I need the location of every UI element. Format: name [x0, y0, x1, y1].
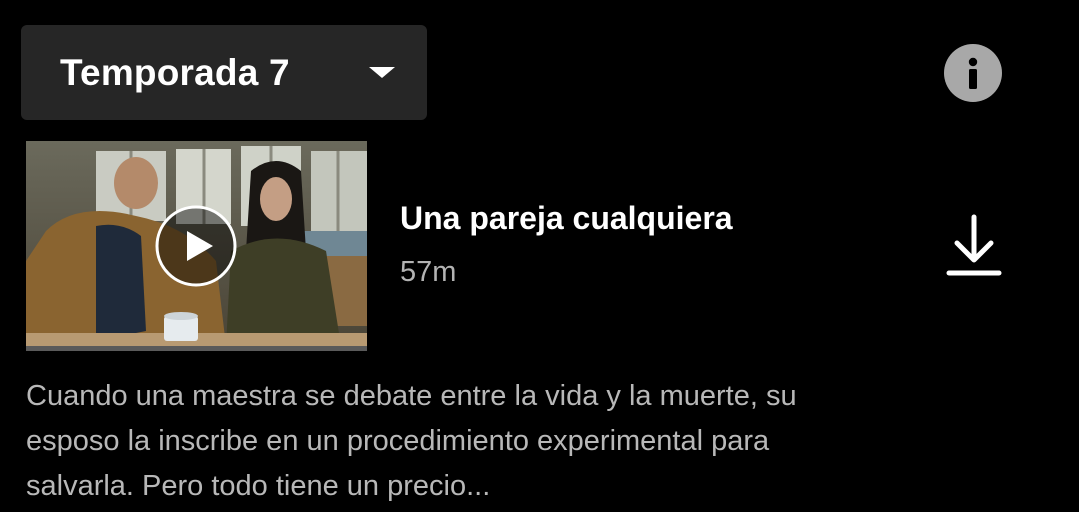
info-icon	[968, 57, 978, 89]
episode-title[interactable]: Una pareja cualquiera	[400, 200, 733, 237]
progress-track	[26, 346, 367, 351]
play-icon	[155, 205, 237, 287]
download-icon	[946, 214, 1002, 276]
chevron-down-icon	[369, 67, 395, 78]
play-button[interactable]	[155, 205, 237, 287]
episode-synopsis: Cuando una maestra se debate entre la vi…	[26, 380, 797, 502]
download-button[interactable]	[944, 213, 1004, 279]
episode-duration: 57m	[400, 256, 457, 288]
info-button[interactable]	[944, 44, 1002, 102]
season-label: Temporada 7	[60, 51, 290, 93]
season-dropdown[interactable]: Temporada 7	[21, 25, 427, 120]
